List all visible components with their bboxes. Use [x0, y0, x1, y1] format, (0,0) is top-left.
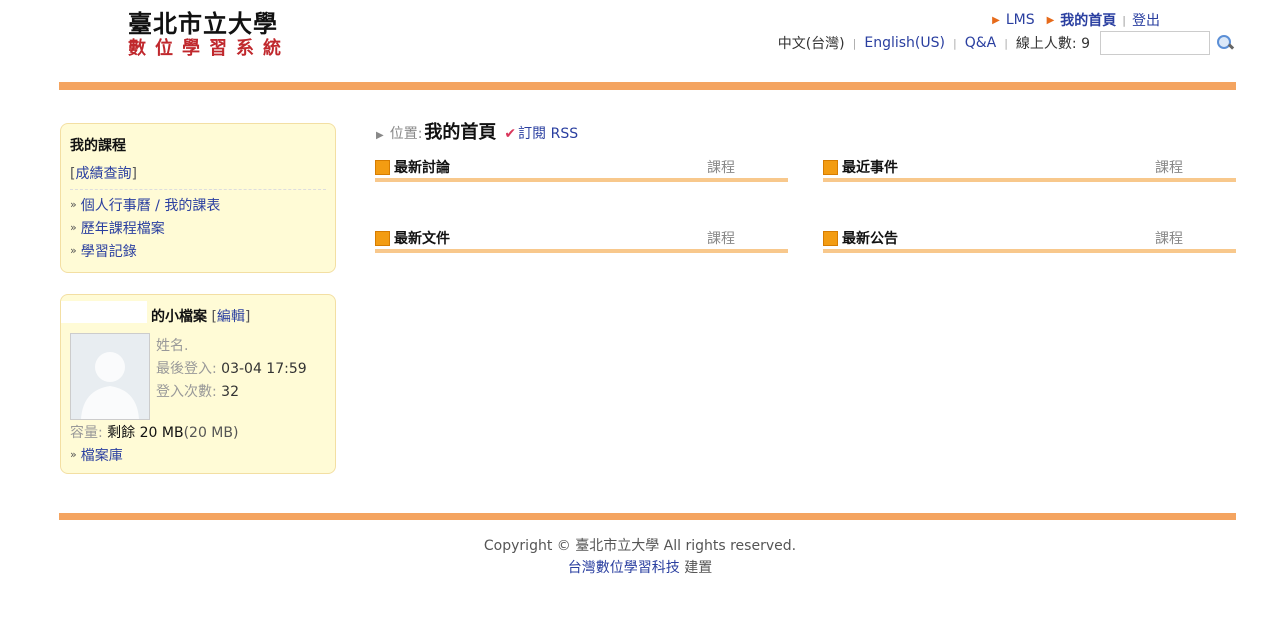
double-arrow-icon: » — [70, 448, 77, 461]
builder-link[interactable]: 台灣數位學習科技 — [568, 560, 680, 576]
rss-link[interactable]: 訂閱 RSS — [518, 123, 578, 143]
my-courses-box: 我的課程 [成績查詢] » 個人行事曆 / 我的課表 » 歷年課程檔案 » 學習記錄 — [60, 123, 336, 273]
copyright: Copyright © 臺北市立大學 All rights reserved. — [483, 538, 797, 554]
header-divider — [59, 82, 1236, 90]
panel-title: 最新公告 — [842, 231, 898, 247]
lms-link[interactable]: LMS — [1006, 12, 1035, 28]
lang-en[interactable]: English(US) — [864, 35, 945, 51]
profile-box: 的小檔案 [編輯] 姓名. 最後登入: 03-04 17:59 登入次數: 32… — [60, 294, 336, 474]
builder-credit: 台灣數位學習科技 建置 — [0, 557, 1280, 577]
lang-zh[interactable]: 中文(台灣) — [778, 33, 845, 53]
file-library-link[interactable]: 檔案庫 — [81, 445, 123, 465]
profile-title: 的小檔案 — [151, 309, 207, 325]
edit-profile-link[interactable]: 編輯 — [217, 309, 245, 325]
panel-title: 最近事件 — [842, 160, 898, 176]
redacted-name — [61, 301, 147, 323]
top-links: ▶ LMS ▶ 我的首頁 | 登出 — [980, 10, 1160, 30]
search-input[interactable] — [1100, 31, 1210, 55]
separator: | — [852, 36, 857, 50]
orange-square-icon — [823, 230, 838, 246]
page-title: 我的首頁 — [424, 122, 497, 143]
latest-announcements-panel: 最新公告 課程 — [823, 227, 1236, 253]
panel-course-link[interactable]: 課程 — [707, 157, 735, 177]
orange-square-icon — [375, 230, 390, 246]
capacity-label: 容量: — [70, 425, 103, 441]
separator: | — [1004, 36, 1008, 50]
login-count-value: 32 — [221, 384, 239, 400]
orange-square-icon — [823, 159, 838, 175]
home-link[interactable]: 我的首頁 — [1060, 10, 1116, 30]
search-icon[interactable] — [1216, 34, 1235, 52]
check-icon: ✔ — [504, 126, 517, 142]
capacity-total: (20 MB) — [183, 425, 239, 441]
course-archive-link[interactable]: 歷年課程檔案 — [81, 218, 165, 238]
last-login-value: 03-04 17:59 — [221, 361, 307, 377]
avatar — [70, 333, 150, 420]
divider — [70, 189, 326, 190]
login-count-label: 登入次數: — [156, 384, 217, 400]
panel-title: 最新討論 — [394, 160, 450, 176]
separator: | — [1122, 13, 1126, 27]
double-arrow-icon: » — [70, 198, 77, 211]
builder-suffix: 建置 — [679, 560, 713, 576]
orange-square-icon — [375, 159, 390, 175]
calendar-link[interactable]: 個人行事曆 / 我的課表 — [81, 195, 221, 215]
my-courses-title: 我的課程 — [70, 138, 126, 154]
logo-subtitle: 數位學習系統 — [128, 38, 290, 59]
online-count: 線上人數: 9 — [1015, 36, 1090, 52]
grades-link[interactable]: 成績查詢 — [75, 166, 131, 182]
separator: | — [952, 36, 957, 50]
last-login-label: 最後登入: — [156, 361, 217, 377]
avatar-placeholder-icon — [71, 334, 149, 419]
latest-documents-panel: 最新文件 課程 — [375, 227, 788, 253]
panel-course-link[interactable]: 課程 — [1155, 157, 1183, 177]
triangle-icon: ▶ — [1046, 14, 1055, 26]
location-label: 位置: — [389, 126, 423, 142]
language-bar: 中文(台灣) | English(US) | Q&A | 線上人數: 9 — [778, 31, 1235, 55]
breadcrumb: ▶ 位置: 我的首頁 ✔ 訂閱 RSS — [376, 118, 578, 144]
qa-link[interactable]: Q&A — [965, 35, 997, 51]
recent-events-panel: 最近事件 課程 — [823, 156, 1236, 182]
triangle-icon: ▶ — [376, 130, 384, 141]
panel-course-link[interactable]: 課程 — [1155, 228, 1183, 248]
latest-discussion-panel: 最新討論 課程 — [375, 156, 788, 182]
footer-divider — [59, 513, 1236, 520]
triangle-icon: ▶ — [992, 14, 1000, 26]
name-label: 姓名. — [156, 338, 189, 354]
panel-title: 最新文件 — [394, 231, 450, 247]
learning-record-link[interactable]: 學習記錄 — [81, 241, 137, 261]
capacity-remaining: 剩餘 20 MB — [107, 425, 184, 441]
logout-link[interactable]: 登出 — [1132, 10, 1160, 30]
panel-course-link[interactable]: 課程 — [707, 228, 735, 248]
double-arrow-icon: » — [70, 221, 77, 234]
double-arrow-icon: » — [70, 244, 77, 257]
